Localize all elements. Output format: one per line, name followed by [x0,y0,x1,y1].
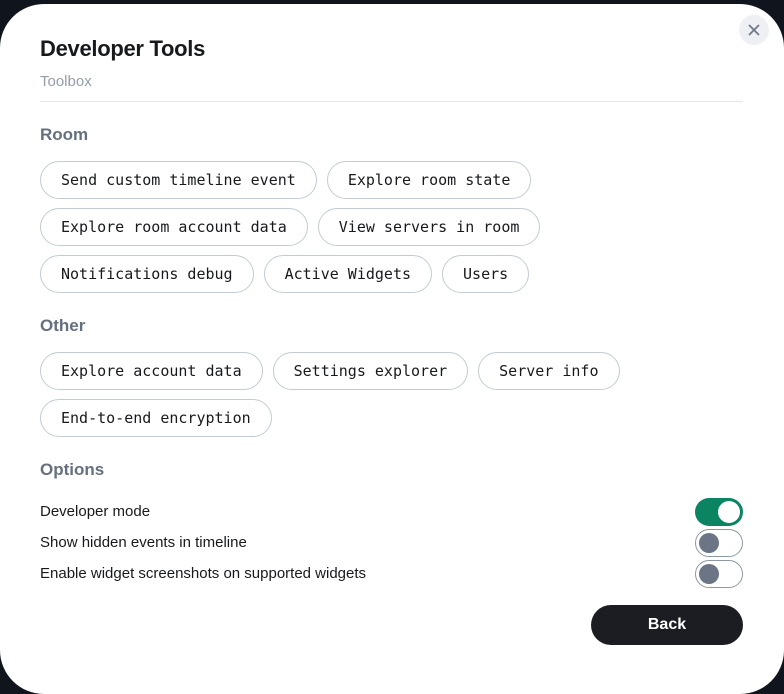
dialog-title: Developer Tools [40,36,743,62]
option-label: Developer mode [40,503,150,520]
button-settings-explorer[interactable]: Settings explorer [273,352,469,390]
option-row: Enable widget screenshots on supported w… [40,558,743,589]
toggle-enable-widget-screenshots-on-supported-widgets[interactable] [695,560,743,588]
back-button[interactable]: Back [591,605,743,645]
option-label: Show hidden events in timeline [40,534,247,551]
button-notifications-debug[interactable]: Notifications debug [40,255,254,293]
option-row: Developer mode [40,496,743,527]
toggle-show-hidden-events-in-timeline[interactable] [695,529,743,557]
section-heading-other: Other [40,315,743,336]
button-section: Room Send custom timeline event Explore r… [40,124,743,293]
section-heading-room: Room [40,124,743,145]
button-explore-room-state[interactable]: Explore room state [327,161,532,199]
button-users[interactable]: Users [442,255,529,293]
button-explore-room-account-data[interactable]: Explore room account data [40,208,308,246]
button-row: Send custom timeline event Explore room s… [40,161,743,293]
context-label: Toolbox [40,73,743,102]
button-active-widgets[interactable]: Active Widgets [264,255,432,293]
toggle-developer-mode[interactable] [695,498,743,526]
button-end-to-end-encryption[interactable]: End-to-end encryption [40,399,272,437]
button-section: Other Explore account data Settings explo… [40,315,743,437]
close-icon [748,24,760,36]
option-label: Enable widget screenshots on supported w… [40,565,366,582]
button-send-custom-timeline-event[interactable]: Send custom timeline event [40,161,317,199]
options-heading: Options [40,459,743,480]
close-button[interactable] [739,15,769,45]
dialog-footer: Back [40,605,743,645]
toggle-knob [699,533,719,553]
developer-tools-dialog: Developer Tools Toolbox Room Send custom… [0,4,784,694]
toggle-knob [699,564,719,584]
button-row: Explore account data Settings explorerSer… [40,352,743,437]
button-sections: Room Send custom timeline event Explore r… [40,124,743,437]
options-list: Developer mode Show hidden events in tim… [40,496,743,589]
option-row: Show hidden events in timeline [40,527,743,558]
button-view-servers-in-room[interactable]: View servers in room [318,208,541,246]
toggle-knob [718,501,740,523]
button-explore-account-data[interactable]: Explore account data [40,352,263,390]
button-server-info[interactable]: Server info [478,352,619,390]
